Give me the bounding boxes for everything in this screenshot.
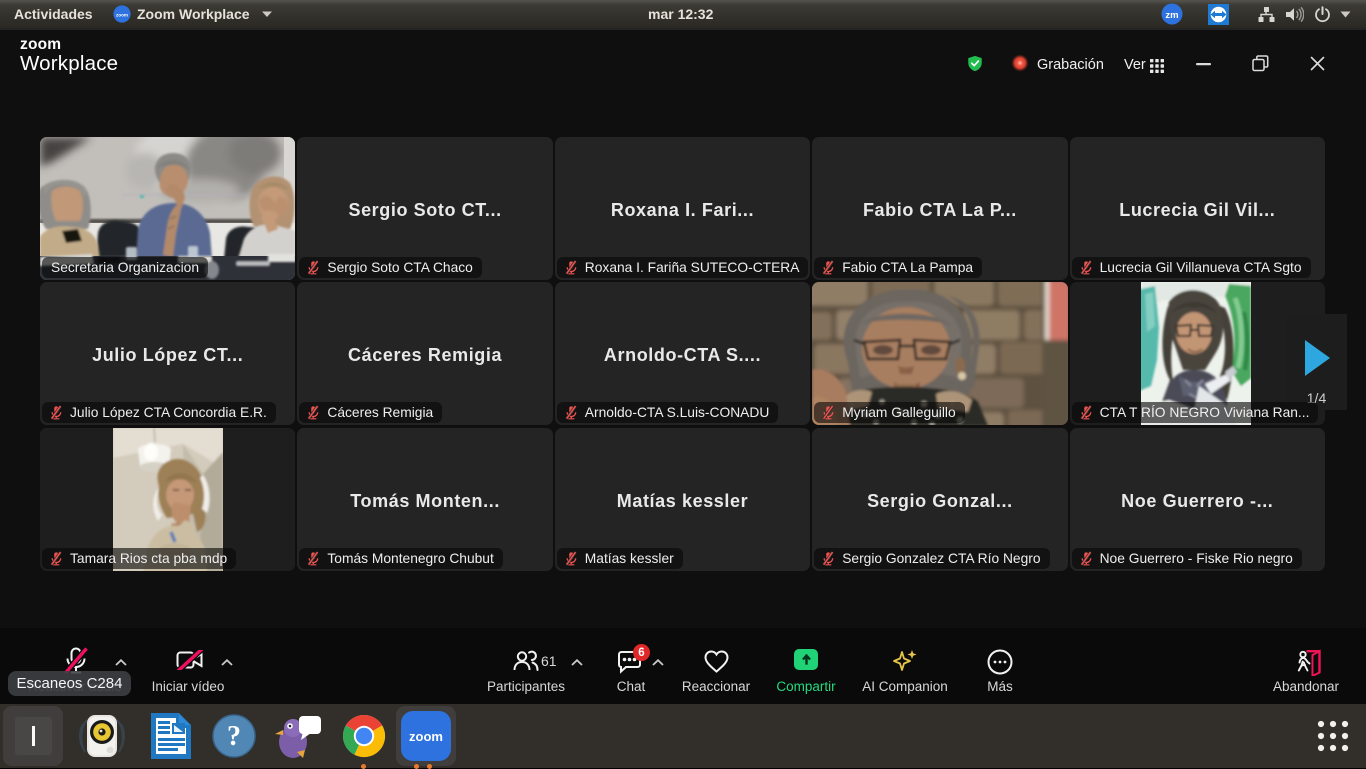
svg-text:zoom: zoom xyxy=(409,729,443,744)
svg-text:zm: zm xyxy=(1165,10,1178,21)
svg-text:?: ? xyxy=(227,721,241,752)
svg-text:zoom: zoom xyxy=(116,12,128,17)
